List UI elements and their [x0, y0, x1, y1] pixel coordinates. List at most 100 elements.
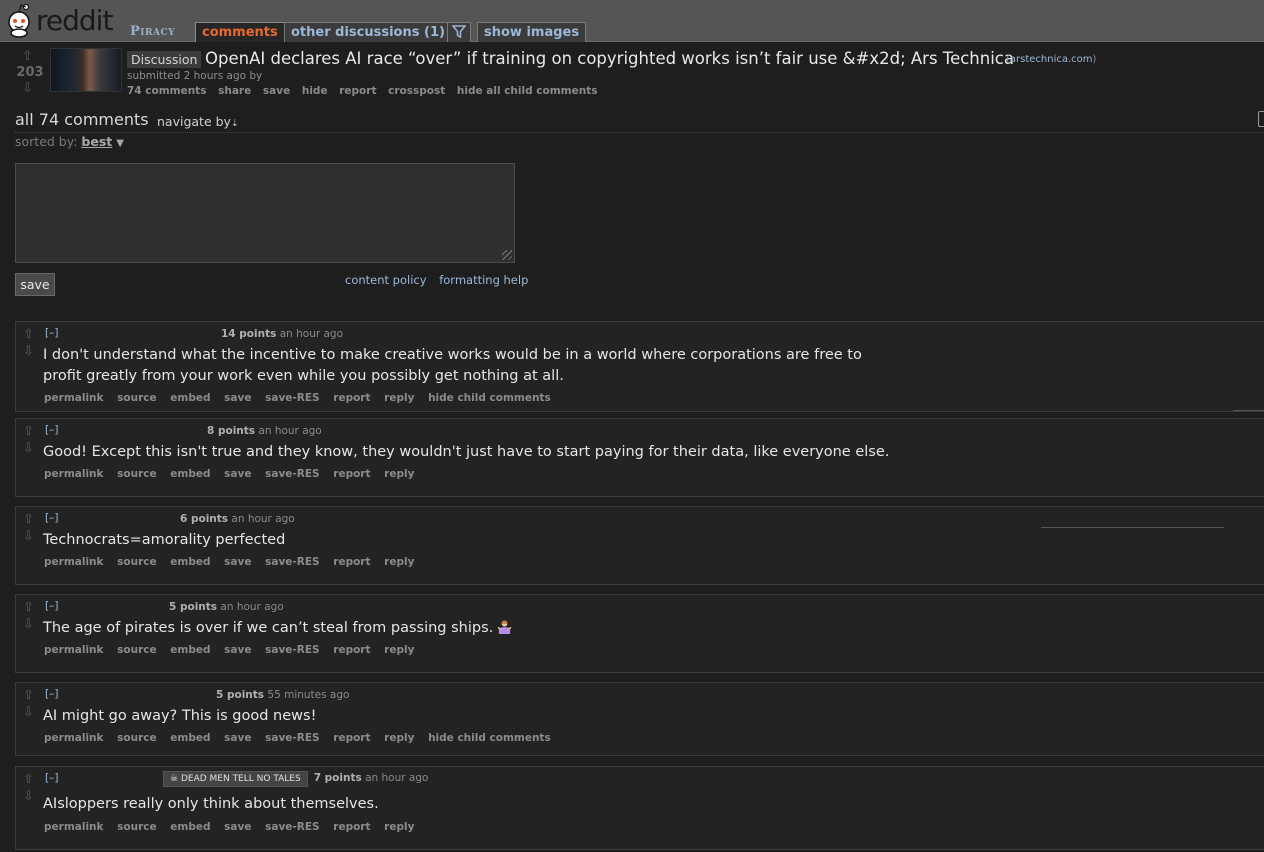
down-arrow-icon[interactable]: ⇩: [23, 706, 34, 719]
permalink-button[interactable]: permalink: [44, 821, 104, 833]
down-arrow-icon[interactable]: ⇩: [23, 345, 34, 358]
tab-comments[interactable]: comments: [195, 22, 285, 42]
source-button[interactable]: source: [117, 644, 156, 656]
collapse-toggle[interactable]: [–]: [45, 424, 58, 436]
filter-tab[interactable]: [447, 22, 471, 42]
reddit-alien-icon[interactable]: [4, 2, 34, 38]
save-res-button[interactable]: save-RES: [265, 644, 319, 656]
comment-textarea[interactable]: [15, 163, 515, 263]
post-thumbnail[interactable]: [50, 48, 122, 92]
save-res-button[interactable]: save-RES: [265, 732, 319, 744]
comment-buttons: permalink source embed save save-RES rep…: [44, 556, 424, 568]
comment-points: 7 points: [313, 772, 362, 784]
subreddit-name[interactable]: Piracy: [130, 24, 175, 39]
post-title[interactable]: OpenAI declares AI race “over” if traini…: [205, 49, 1014, 68]
reply-button[interactable]: reply: [384, 468, 414, 480]
reply-button[interactable]: reply: [384, 644, 414, 656]
report-button[interactable]: report: [333, 732, 370, 744]
collapse-toggle[interactable]: [–]: [45, 327, 58, 339]
up-arrow-icon[interactable]: ⇧: [23, 773, 34, 786]
up-arrow-icon[interactable]: ⇧: [23, 689, 34, 702]
save-comment-button[interactable]: save: [15, 273, 55, 296]
reply-button[interactable]: reply: [384, 732, 414, 744]
save-button[interactable]: save: [224, 732, 251, 744]
save-button[interactable]: save: [224, 644, 251, 656]
down-arrow-icon[interactable]: ⇩: [23, 790, 34, 803]
navigate-by-menu[interactable]: navigate by⇣: [157, 114, 239, 129]
up-arrow-icon[interactable]: ⇧: [23, 328, 34, 341]
save-post-button[interactable]: save: [263, 85, 290, 97]
hide-child-comments-button[interactable]: hide child comments: [428, 392, 551, 404]
reply-button[interactable]: reply: [384, 556, 414, 568]
report-button[interactable]: report: [333, 821, 370, 833]
hide-button[interactable]: hide: [302, 85, 328, 97]
comment-body: AIsloppers really only think about thems…: [43, 796, 379, 812]
collapse-toggle[interactable]: [–]: [45, 772, 58, 784]
save-res-button[interactable]: save-RES: [265, 556, 319, 568]
up-arrow-icon[interactable]: ⇧: [23, 513, 34, 526]
share-button[interactable]: share: [218, 85, 251, 97]
down-arrow-icon[interactable]: ⇩: [23, 442, 34, 455]
permalink-button[interactable]: permalink: [44, 392, 104, 404]
embed-button[interactable]: embed: [170, 821, 210, 833]
up-arrow-icon[interactable]: ⇧: [23, 425, 34, 438]
save-button[interactable]: save: [224, 821, 251, 833]
save-res-button[interactable]: save-RES: [265, 821, 319, 833]
sort-menu: sorted by: best ▼: [15, 134, 124, 149]
up-arrow-icon[interactable]: ⇧: [23, 601, 34, 614]
source-button[interactable]: source: [117, 821, 156, 833]
tab-other-discussions[interactable]: other discussions (1): [284, 22, 452, 42]
source-button[interactable]: source: [117, 732, 156, 744]
report-button[interactable]: report: [333, 644, 370, 656]
report-button[interactable]: report: [333, 468, 370, 480]
save-button[interactable]: save: [224, 468, 251, 480]
sort-dropdown[interactable]: best: [81, 134, 112, 149]
collapse-toggle[interactable]: [–]: [45, 512, 58, 524]
hide-all-child-comments-button[interactable]: hide all child comments: [457, 85, 598, 97]
down-arrow-icon[interactable]: ⇩: [23, 618, 34, 631]
domain-link[interactable]: arstechnica.com: [1010, 54, 1093, 65]
comments-link[interactable]: 74 comments: [127, 85, 206, 97]
skull-crossbones-icon: ☠: [170, 774, 179, 784]
collapse-toggle[interactable]: [–]: [45, 600, 58, 612]
report-button[interactable]: report: [333, 392, 370, 404]
embed-button[interactable]: embed: [170, 468, 210, 480]
permalink-button[interactable]: permalink: [44, 468, 104, 480]
up-arrow-icon[interactable]: ⇧: [22, 50, 33, 63]
source-button[interactable]: source: [117, 392, 156, 404]
embed-button[interactable]: embed: [170, 392, 210, 404]
source-button[interactable]: source: [117, 468, 156, 480]
save-button[interactable]: save: [224, 392, 251, 404]
crosspost-button[interactable]: crosspost: [388, 85, 445, 97]
permalink-button[interactable]: permalink: [44, 556, 104, 568]
embed-button[interactable]: embed: [170, 732, 210, 744]
reply-button[interactable]: reply: [384, 821, 414, 833]
report-button[interactable]: report: [339, 85, 376, 97]
tab-show-images[interactable]: show images: [477, 22, 587, 42]
report-button[interactable]: report: [333, 556, 370, 568]
chevron-down-icon: ⇣: [230, 119, 239, 129]
embed-button[interactable]: embed: [170, 644, 210, 656]
hide-child-comments-button[interactable]: hide child comments: [428, 732, 551, 744]
down-arrow-icon[interactable]: ⇩: [22, 82, 33, 95]
embed-button[interactable]: embed: [170, 556, 210, 568]
resize-grip-icon[interactable]: [502, 250, 512, 260]
chevron-down-icon[interactable]: ▼: [116, 138, 124, 149]
save-res-button[interactable]: save-RES: [265, 392, 319, 404]
reply-button[interactable]: reply: [384, 392, 414, 404]
save-res-button[interactable]: save-RES: [265, 468, 319, 480]
checkbox[interactable]: [1258, 111, 1264, 127]
comment-meta: 5 points 55 minutes ago: [216, 689, 349, 701]
formatting-help-link[interactable]: formatting help: [439, 273, 528, 287]
comment-buttons: permalink source embed save save-RES rep…: [44, 732, 561, 744]
collapse-toggle[interactable]: [–]: [45, 688, 58, 700]
site-wordmark[interactable]: reddit: [36, 4, 113, 37]
divider: [1233, 410, 1264, 411]
comment-time: an hour ago: [220, 601, 284, 613]
source-button[interactable]: source: [117, 556, 156, 568]
permalink-button[interactable]: permalink: [44, 644, 104, 656]
permalink-button[interactable]: permalink: [44, 732, 104, 744]
down-arrow-icon[interactable]: ⇩: [23, 530, 34, 543]
save-button[interactable]: save: [224, 556, 251, 568]
content-policy-link[interactable]: content policy: [345, 273, 427, 287]
